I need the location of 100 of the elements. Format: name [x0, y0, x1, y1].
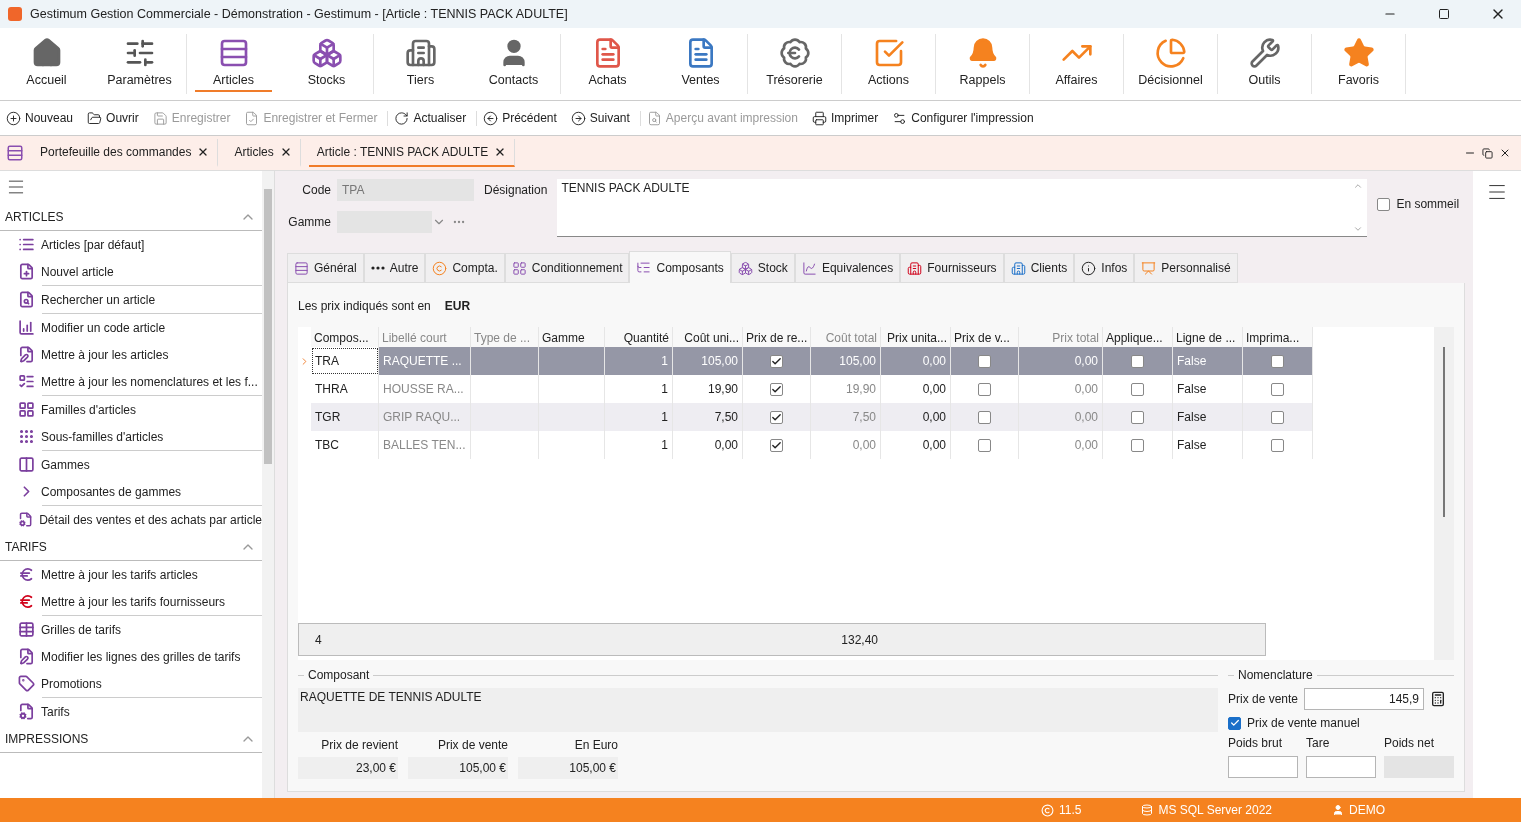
- form-tab[interactable]: Equivalences: [794, 253, 901, 283]
- checkbox[interactable]: [770, 410, 783, 424]
- ribbon-item[interactable]: Actions: [842, 28, 935, 94]
- column-header[interactable]: Coût uni...: [673, 327, 743, 347]
- form-tab[interactable]: Compta.: [425, 253, 505, 283]
- restore-icon[interactable]: [1482, 147, 1493, 159]
- sidebar-item[interactable]: Détail des ventes et des achats par article: [18, 506, 262, 533]
- sidebar-item[interactable]: Gammes: [18, 451, 262, 478]
- weight-field[interactable]: [1306, 756, 1376, 778]
- scroll-down-icon[interactable]: [1353, 224, 1364, 234]
- menu-icon[interactable]: [6, 144, 24, 162]
- form-tab[interactable]: Composants: [629, 251, 731, 283]
- checkbox[interactable]: [1131, 382, 1144, 396]
- checkbox[interactable]: [1271, 354, 1284, 368]
- price-field[interactable]: 145,9: [1304, 688, 1425, 710]
- document-tab[interactable]: Portefeuille des commandes: [32, 139, 219, 167]
- scrollbar-thumb[interactable]: [264, 189, 272, 464]
- ribbon-item[interactable]: Affaires: [1030, 28, 1123, 94]
- sidebar-item[interactable]: Tarifs: [18, 698, 262, 725]
- column-header[interactable]: Prix de v...: [951, 327, 1019, 347]
- code-field[interactable]: TPA: [337, 179, 474, 201]
- scrollbar[interactable]: [262, 171, 274, 798]
- ribbon-item[interactable]: Accueil: [0, 28, 93, 94]
- scroll-up-icon[interactable]: [1353, 181, 1364, 191]
- calculator-icon[interactable]: [1430, 691, 1447, 707]
- sidebar-item[interactable]: Modifier un code article: [18, 314, 262, 341]
- toolbar-button[interactable]: Configurer l'impression: [892, 110, 1034, 126]
- checkbox[interactable]: [1131, 410, 1144, 424]
- form-tab[interactable]: Personnalisé: [1134, 253, 1238, 283]
- toolbar-button[interactable]: Nouveau: [6, 110, 74, 126]
- sidebar-item[interactable]: Mettre à jour les tarifs fournisseurs: [18, 588, 262, 615]
- form-tab[interactable]: Autre: [363, 253, 426, 283]
- ribbon-item[interactable]: Tiers: [374, 28, 467, 94]
- column-header[interactable]: Prix de re...: [743, 327, 811, 347]
- form-tab[interactable]: Fournisseurs: [900, 253, 1004, 283]
- checkbox[interactable]: [978, 438, 991, 452]
- close-icon[interactable]: [1499, 147, 1511, 159]
- document-tab[interactable]: Article : TENNIS PACK ADULTE: [308, 139, 516, 167]
- checkbox[interactable]: [978, 410, 991, 424]
- checkbox[interactable]: [770, 382, 783, 396]
- column-header[interactable]: Compos...: [311, 327, 379, 347]
- checkbox[interactable]: [1271, 438, 1284, 452]
- ribbon-item[interactable]: Décisionnel: [1124, 28, 1217, 94]
- checkbox[interactable]: [978, 354, 991, 368]
- sidebar-item[interactable]: Mettre à jour les nomenclatures et les f...: [18, 368, 262, 395]
- checkbox[interactable]: [1131, 354, 1144, 368]
- checkbox[interactable]: [770, 438, 783, 452]
- designation-field[interactable]: TENNIS PACK ADULTE: [557, 179, 1368, 237]
- checkbox[interactable]: [1271, 410, 1284, 424]
- sidebar-item[interactable]: Sous-familles d'articles: [18, 423, 262, 450]
- ribbon-item[interactable]: Contacts: [467, 28, 560, 94]
- form-tab[interactable]: Général: [287, 253, 364, 283]
- sidebar-item[interactable]: Modifier les lignes des grilles de tarifs: [18, 643, 262, 670]
- column-header[interactable]: Prix unita...: [881, 327, 951, 347]
- document-tab[interactable]: Articles: [226, 139, 301, 167]
- section-header[interactable]: IMPRESSIONS: [0, 725, 262, 753]
- sidebar-item[interactable]: Mettre à jour les articles: [18, 341, 262, 368]
- column-header[interactable]: Libellé court: [379, 327, 471, 347]
- ribbon-item[interactable]: Achats: [561, 28, 654, 94]
- checkbox[interactable]: [1228, 716, 1241, 730]
- column-header[interactable]: Quantité: [605, 327, 673, 347]
- sidebar-item[interactable]: Rechercher un article: [18, 286, 262, 313]
- checkbox[interactable]: [1131, 438, 1144, 452]
- scrollbar-thumb[interactable]: [1443, 347, 1445, 517]
- sidebar-item[interactable]: Familles d'articles: [18, 396, 262, 423]
- sidebar-item[interactable]: Nouvel article: [18, 258, 262, 285]
- form-tab[interactable]: Stock: [730, 253, 795, 283]
- sidebar-item[interactable]: Grilles de tarifs: [18, 616, 262, 643]
- toolbar-button[interactable]: Ouvrir: [87, 110, 139, 126]
- scrollbar[interactable]: [1434, 327, 1454, 660]
- weight-field[interactable]: [1228, 756, 1298, 778]
- ribbon-item[interactable]: Trésorerie: [748, 28, 841, 94]
- column-header[interactable]: Imprima...: [1243, 327, 1313, 347]
- toolbar-button[interactable]: Imprimer: [811, 110, 879, 126]
- form-tab[interactable]: Infos: [1074, 253, 1135, 283]
- ribbon-item[interactable]: Favoris: [1312, 28, 1405, 94]
- column-header[interactable]: Gamme: [539, 327, 605, 347]
- sidebar-item[interactable]: Composantes de gammes: [18, 478, 262, 505]
- column-header[interactable]: Coût total: [811, 327, 881, 347]
- ribbon-item[interactable]: Paramètres: [93, 28, 186, 94]
- checkbox[interactable]: [770, 354, 783, 368]
- sidebar-item[interactable]: Promotions: [18, 670, 262, 697]
- toolbar-button[interactable]: Actualiser: [394, 110, 467, 126]
- form-tab[interactable]: Clients: [1003, 253, 1075, 283]
- ribbon-item[interactable]: Stocks: [280, 28, 373, 94]
- checkbox[interactable]: [978, 382, 991, 396]
- column-header[interactable]: Applique...: [1103, 327, 1173, 347]
- toolbar-button[interactable]: Précédent: [483, 110, 557, 126]
- section-header[interactable]: TARIFS: [0, 533, 262, 561]
- ribbon-item[interactable]: Outils: [1218, 28, 1311, 94]
- ribbon-item[interactable]: Rappels: [936, 28, 1029, 94]
- ribbon-item[interactable]: Ventes: [654, 28, 747, 94]
- ribbon-item[interactable]: Articles: [187, 28, 280, 94]
- sidebar-item[interactable]: Mettre à jour les tarifs articles: [18, 561, 262, 588]
- checkbox[interactable]: [1377, 197, 1391, 211]
- toolbar-button[interactable]: Suivant: [570, 110, 630, 126]
- column-header[interactable]: Ligne de ...: [1173, 327, 1243, 347]
- form-tab[interactable]: Conditionnement: [504, 253, 630, 283]
- sidebar-item[interactable]: Articles [par défaut]: [18, 231, 262, 258]
- checkbox[interactable]: [1271, 382, 1284, 396]
